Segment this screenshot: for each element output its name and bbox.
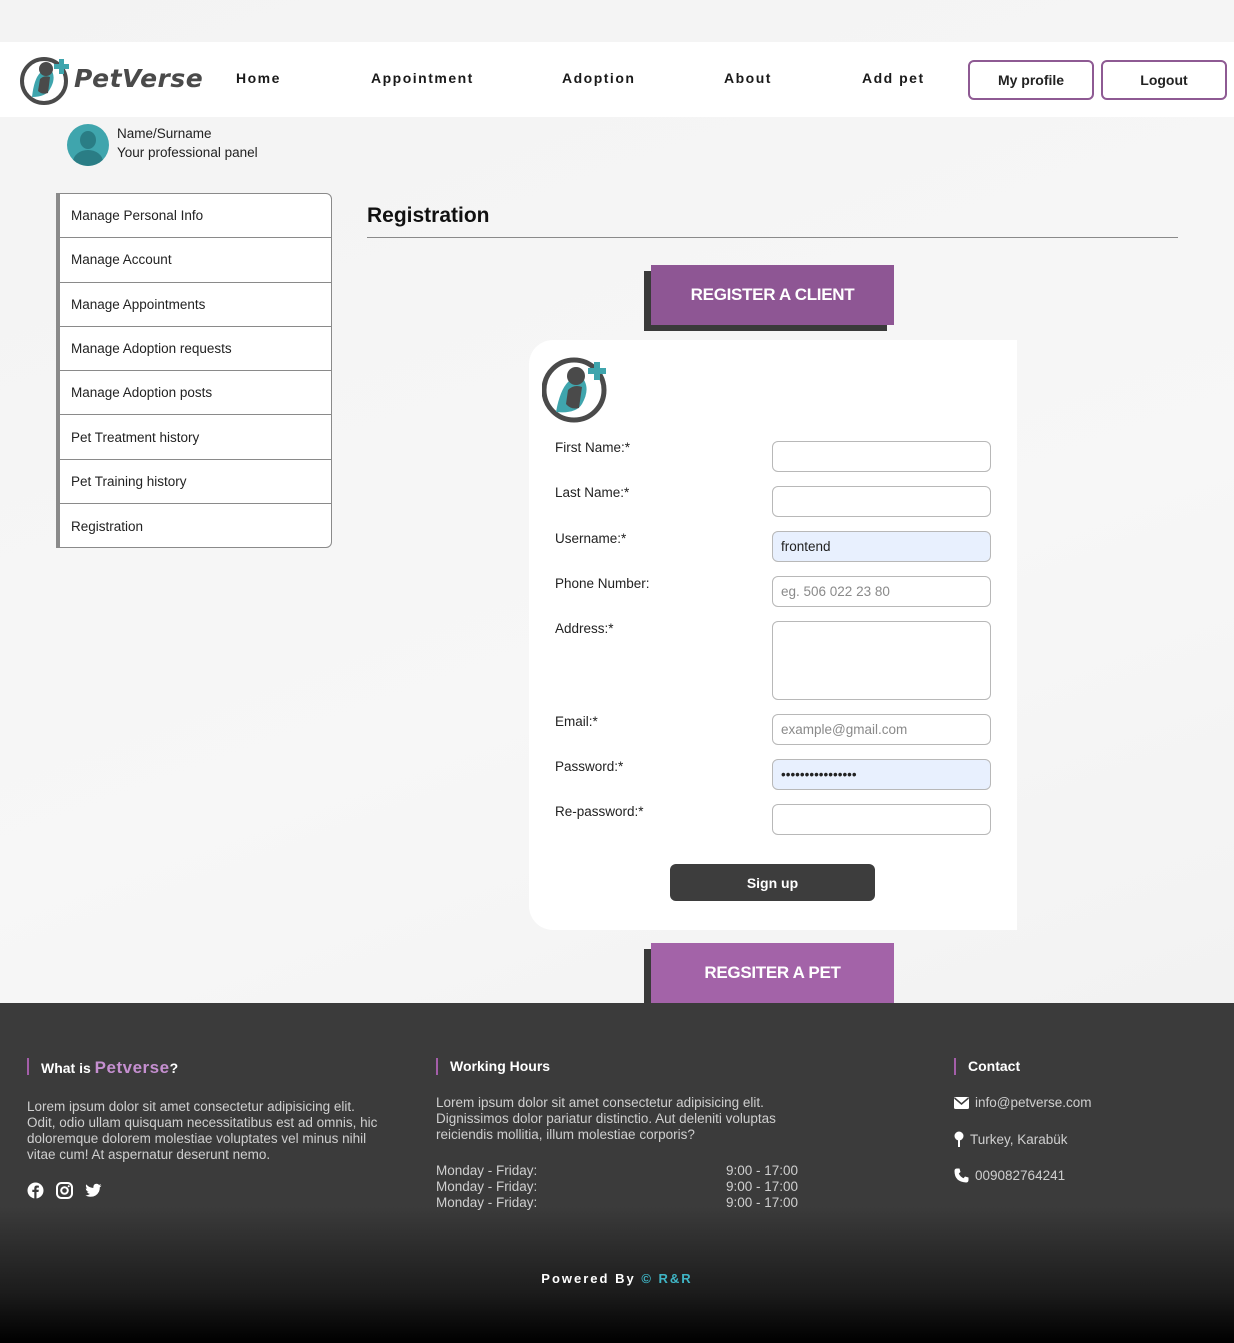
footer-about-text: Lorem ipsum dolor sit amet consectetur a… (27, 1099, 378, 1162)
logo[interactable]: PetVerse (20, 49, 203, 107)
nav-home[interactable]: Home (236, 70, 281, 86)
sidebar-item-appointments[interactable]: Manage Appointments (60, 283, 331, 327)
last-name-label: Last Name:* (555, 485, 630, 500)
nav-adoption[interactable]: Adoption (562, 70, 635, 86)
phone-label: Phone Number: (555, 576, 650, 591)
powered-prefix: Powered By (541, 1271, 642, 1286)
hours-days: Monday - Friday: (436, 1195, 538, 1210)
repassword-label: Re-password:* (555, 804, 644, 819)
title-divider (367, 237, 1178, 238)
sidebar-item-registration[interactable]: Registration (60, 504, 331, 547)
hours-time: 9:00 - 17:00 (726, 1163, 799, 1178)
username-label: Username:* (555, 531, 627, 546)
sidebar-item-adoption-posts[interactable]: Manage Adoption posts (60, 371, 331, 416)
logout-button[interactable]: Logout (1101, 60, 1227, 100)
petverse-logo-icon (20, 57, 69, 105)
address-label: Address:* (555, 621, 614, 636)
contact-phone-text: 009082764241 (975, 1168, 1066, 1183)
footer-about-heading: What is Petverse? (27, 1058, 178, 1078)
nav-about[interactable]: About (724, 70, 772, 86)
twitter-icon[interactable] (85, 1182, 102, 1199)
hours-time: 9:00 - 17:00 (726, 1195, 799, 1210)
email-label: Email:* (555, 714, 598, 729)
signup-button[interactable]: Sign up (670, 864, 875, 901)
first-name-label: First Name:* (555, 440, 631, 455)
profile-name: Name/Surname (117, 126, 212, 141)
email-input[interactable] (772, 714, 991, 745)
petverse-logo-icon (542, 357, 607, 423)
powered-brand: © R&R (641, 1271, 693, 1286)
nav-appointment[interactable]: Appointment (371, 70, 474, 86)
logo-text: PetVerse (74, 63, 204, 93)
contact-phone[interactable]: 009082764241 (954, 1168, 1065, 1183)
contact-email-text: info@petverse.com (975, 1095, 1092, 1110)
first-name-input[interactable] (772, 441, 991, 472)
map-pin-icon (954, 1131, 964, 1147)
avatar (67, 124, 109, 166)
last-name-input[interactable] (772, 486, 991, 517)
my-profile-button[interactable]: My profile (968, 60, 1094, 100)
footer-hours-text: Lorem ipsum dolor sit amet consectetur a… (436, 1095, 776, 1142)
username-input[interactable] (772, 531, 991, 562)
contact-location-text: Turkey, Karabük (970, 1131, 1068, 1147)
page-title: Registration (367, 204, 490, 227)
footer-contact-heading: Contact (954, 1058, 1020, 1075)
facebook-icon[interactable] (27, 1182, 44, 1199)
powered-by: Powered By © R&R (0, 1271, 1234, 1286)
phone-input[interactable] (772, 576, 991, 607)
register-pet-button[interactable]: REGSITER A PET (651, 943, 894, 1003)
contact-email[interactable]: info@petverse.com (954, 1095, 1092, 1110)
phone-icon (954, 1168, 969, 1183)
hours-time: 9:00 - 17:00 (726, 1179, 799, 1194)
contact-location: Turkey, Karabük (954, 1131, 1068, 1147)
profile-subtitle: Your professional panel (117, 145, 258, 160)
sidebar-item-adoption-requests[interactable]: Manage Adoption requests (60, 327, 331, 372)
register-client-button[interactable]: REGISTER A CLIENT (651, 265, 894, 325)
footer-about-brand: Petverse (94, 1058, 170, 1077)
top-navbar: PetVerse Home Appointment Adoption About… (0, 42, 1234, 117)
footer-about-suffix: ? (169, 1060, 179, 1076)
sidebar-menu: Manage Personal Info Manage Account Mana… (56, 193, 332, 548)
footer-about-prefix: What is (41, 1060, 95, 1076)
sidebar-item-treatment-history[interactable]: Pet Treatment history (60, 415, 331, 460)
footer-hours-heading: Working Hours (436, 1058, 550, 1075)
instagram-icon[interactable] (56, 1182, 73, 1199)
envelope-icon (954, 1096, 969, 1109)
password-label: Password:* (555, 759, 624, 774)
repassword-input[interactable] (772, 804, 991, 835)
hours-days: Monday - Friday: (436, 1179, 538, 1194)
sidebar-item-training-history[interactable]: Pet Training history (60, 460, 331, 505)
sidebar-item-account[interactable]: Manage Account (60, 238, 331, 283)
nav-add-pet[interactable]: Add pet (862, 70, 925, 86)
password-input[interactable] (772, 759, 991, 790)
sidebar-item-personal-info[interactable]: Manage Personal Info (60, 194, 331, 239)
address-textarea[interactable] (772, 621, 991, 700)
hours-days: Monday - Friday: (436, 1163, 538, 1178)
